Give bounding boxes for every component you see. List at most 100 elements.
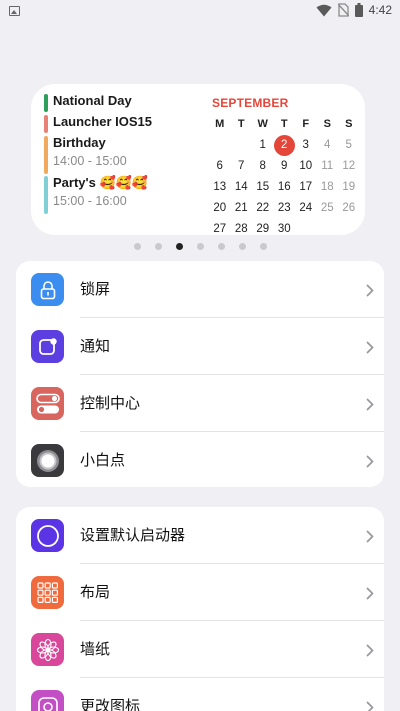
calendar-day [295,219,317,239]
calendar-day[interactable]: 8 [252,156,274,176]
chevron-right-icon [366,453,374,468]
day-number: 26 [342,202,356,214]
day-number: 12 [342,160,356,172]
assistive-touch-icon [31,444,64,477]
calendar-day[interactable]: 11 [317,156,339,176]
calendar-day[interactable]: 14 [231,177,253,197]
calendar-day[interactable]: 27 [209,219,231,239]
chevron-right-icon [366,699,374,711]
calendar-day[interactable]: 30 [274,219,296,239]
event-title: Launcher IOS15 [53,114,152,129]
settings-row-label: 更改图标 [80,697,141,711]
settings-row-label: 锁屏 [80,280,111,298]
settings-group-2: 设置默认启动器布局墙纸更改图标 [16,507,384,711]
calendar-event[interactable]: Birthday 14:00 - 15:00 [44,134,209,174]
day-number: 4 [324,139,331,151]
settings-row-label: 墙纸 [80,640,111,658]
event-time: 15:00 - 16:00 [53,194,127,208]
settings-row-notifications[interactable]: 通知 [16,318,384,375]
page-dot[interactable] [175,243,183,250]
calendar-day[interactable]: 7 [231,156,253,176]
weekday-label: M [215,118,225,130]
flower-icon [31,633,64,666]
calendar-event[interactable]: Launcher IOS15 [44,113,209,133]
calendar-day[interactable]: 25 [317,198,339,218]
calendar-day[interactable]: 1 [252,135,274,155]
calendar-day-today[interactable]: 2 [273,134,296,156]
settings-row-label: 设置默认启动器 [80,526,186,544]
page-dot[interactable] [259,243,267,250]
calendar-day [209,135,231,155]
page-dot[interactable] [154,243,162,250]
calendar-day[interactable]: 10 [295,156,317,176]
calendar-day[interactable]: 4 [317,135,339,155]
day-number: 1 [259,139,266,151]
calendar-day[interactable]: 19 [338,177,360,197]
calendar-day[interactable]: 17 [295,177,317,197]
chevron-right-icon [366,585,374,600]
day-number: 7 [238,160,245,172]
calendar-day[interactable]: 21 [231,198,253,218]
day-number: 20 [213,202,227,214]
calendar-day[interactable]: 16 [274,177,296,197]
day-number: 21 [234,202,248,214]
calendar-day[interactable]: 12 [338,156,360,176]
calendar-day[interactable]: 26 [338,198,360,218]
calendar-day[interactable]: 28 [231,219,253,239]
event-title: Party's 🥰🥰🥰 [53,175,149,190]
day-number: 2 [273,134,295,156]
page-dot[interactable] [217,243,225,250]
calendar-day [231,135,253,155]
day-number: 16 [277,181,291,193]
battery-icon [354,3,363,17]
chevron-right-icon [366,396,374,411]
page-indicator[interactable] [0,243,400,250]
day-number: 8 [259,160,266,172]
calendar-event[interactable]: Party's 🥰🥰🥰 15:00 - 16:00 [44,174,209,214]
day-number: 27 [213,223,227,235]
calendar-day[interactable]: 3 [295,135,317,155]
event-title: Birthday [53,135,106,150]
calendar-day[interactable]: 15 [252,177,274,197]
calendar-day[interactable]: 18 [317,177,339,197]
settings-row-default-launcher[interactable]: 设置默认启动器 [16,507,384,564]
day-number: 18 [320,181,334,193]
page-dot[interactable] [133,243,141,250]
no-sim-icon [337,3,349,17]
calendar-day[interactable]: 13 [209,177,231,197]
weekday-label: S [345,118,353,130]
day-number: 23 [277,202,291,214]
grid-layout-icon [31,576,64,609]
day-number: 11 [321,160,334,172]
calendar-widget[interactable]: National Day Launcher IOS15 Birthday 14:00 … [31,84,365,235]
page-dot[interactable] [196,243,204,250]
calendar-day[interactable]: 6 [209,156,231,176]
calendar-day[interactable]: 20 [209,198,231,218]
event-color-bar [44,136,48,174]
wifi-icon [316,4,332,16]
settings-row-wallpaper[interactable]: 墙纸 [16,621,384,678]
day-number: 22 [256,202,270,214]
weekday-label: T [280,118,288,130]
calendar-event[interactable]: National Day [44,92,209,112]
event-list: National Day Launcher IOS15 Birthday 14:00 … [44,92,209,214]
day-number: 17 [299,181,313,193]
settings-row-change-icons[interactable]: 更改图标 [16,678,384,711]
calendar-day[interactable]: 29 [252,219,274,239]
calendar-day [338,219,360,239]
settings-row-control-center[interactable]: 控制中心 [16,375,384,432]
day-number: 25 [320,202,334,214]
calendar-day[interactable]: 22 [252,198,274,218]
settings-row-assistive-touch[interactable]: 小白点 [16,432,384,487]
calendar-day[interactable]: 9 [274,156,296,176]
calendar-day[interactable]: 5 [338,135,360,155]
month-calendar: SEPTEMBER M T W T F S S 1 2 3 4 5 6 7 8 9 10 11 12 13 14 15 16… [209,96,359,239]
settings-row-layout[interactable]: 布局 [16,564,384,621]
chevron-right-icon [366,642,374,657]
settings-row-lock-screen[interactable]: 锁屏 [16,261,384,318]
calendar-day[interactable]: 23 [274,198,296,218]
day-number: 28 [234,223,248,235]
page-dot[interactable] [238,243,246,250]
calendar-day[interactable]: 24 [295,198,317,218]
image-icon [9,6,20,16]
